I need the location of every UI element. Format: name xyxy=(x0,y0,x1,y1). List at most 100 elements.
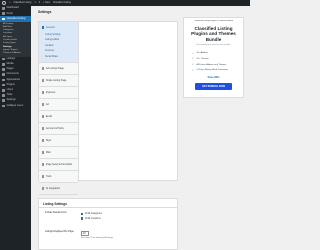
sidebar-item-collapse[interactable]: Collapse menu xyxy=(0,103,31,108)
wrench-icon xyxy=(2,94,5,97)
checkbox-child-locations[interactable]: Child Locations xyxy=(81,216,102,220)
media-icon xyxy=(2,63,5,66)
checkbox[interactable] xyxy=(81,217,84,220)
ad-icon xyxy=(42,103,45,106)
misc-icon xyxy=(42,151,45,154)
main-content: Settings General Listing Settings Listin… xyxy=(31,6,250,250)
admin-sidebar: Dashboard Posts Classified Listing All L… xyxy=(0,6,31,250)
app-root: ⌂ Classified Listing 1 0 + New Classifie… xyxy=(0,0,250,250)
sidebar-item-label: Posts xyxy=(6,11,13,15)
comment-icon xyxy=(2,73,5,76)
tab-label: General xyxy=(45,26,55,29)
section-title: Listing Settings xyxy=(39,199,177,208)
payment-icon xyxy=(42,91,45,94)
bundle-promo-card: Classified Listing Plugin & Themes Bundl… xyxy=(183,17,244,98)
tab-ad[interactable]: Ad xyxy=(39,99,78,112)
listing-settings-section: Listing Settings Include Results From Ch… xyxy=(38,198,178,250)
subtab-social-share[interactable]: Social Share xyxy=(39,55,78,60)
sidebar-item-label: Users xyxy=(6,88,14,91)
wordpress-logo-icon[interactable] xyxy=(2,1,6,5)
settings-panel: General Listing Settings Listing Labels … xyxy=(38,21,178,196)
email-icon xyxy=(42,115,45,118)
tab-label: Payment xyxy=(45,91,56,95)
tab-page-setup-permalink[interactable]: Page Setup & Permalink xyxy=(39,159,78,172)
sidebar-submenu: All Listings Add New Categories Location… xyxy=(0,21,31,57)
tab-label: Page Setup & Permalink xyxy=(45,163,72,167)
sidebar-item-label: Listings xyxy=(6,56,16,60)
tab-payment[interactable]: Payment xyxy=(39,87,78,100)
sidebar-item-label: Comments xyxy=(6,72,19,76)
tab-label: Style xyxy=(45,139,52,143)
per-page-label: Listings Displayed Per Page xyxy=(45,231,74,233)
tab-label: Single Listing Page xyxy=(45,79,67,83)
check-icon: ✓ xyxy=(192,51,195,55)
page-title: Settings xyxy=(38,10,52,14)
tab-ad-listings-page[interactable]: Ad Listings Page xyxy=(39,63,78,76)
promo-feature: ✓ 14 Days Money Back Guarantee xyxy=(192,67,243,73)
settings-icon xyxy=(2,99,5,102)
promo-feature-text: 10+ Themes xyxy=(196,57,209,60)
user-icon xyxy=(2,88,5,92)
sidebar-item-label: Plugins xyxy=(6,82,15,86)
per-page-control: 10 Set value '0' for showing all listing… xyxy=(81,231,113,239)
lock-icon xyxy=(42,127,45,130)
sidebar-item-label: Appearance xyxy=(6,77,21,81)
sidebar-item-label: Settings xyxy=(6,98,16,102)
check-icon: ✓ xyxy=(192,68,195,72)
sidebar-item-label: Media xyxy=(6,62,14,66)
promo-subtitle: Everything you need in one bundle xyxy=(196,44,231,47)
promo-image-alt: Classified Listing Plugin & Themes Bundl… xyxy=(193,19,233,22)
sidebar-item-label: Dashboard xyxy=(6,6,19,10)
tab-single-listing-page[interactable]: Single Listing Page xyxy=(39,75,78,88)
per-page-input[interactable]: 10 xyxy=(81,231,89,236)
promo-feature-text: 20+ Addons xyxy=(196,52,209,55)
page-icon xyxy=(42,67,45,70)
tab-tools[interactable]: Tools xyxy=(39,171,78,184)
check-icon: ✓ xyxy=(192,57,195,61)
tab-style[interactable]: Style xyxy=(39,135,78,148)
style-icon xyxy=(42,139,45,142)
promo-feature-text: All Future Addons and Themes xyxy=(196,63,227,66)
tab-misc[interactable]: Misc xyxy=(39,147,78,160)
general-subtabs: Listing Settings Listing Labels Location… xyxy=(39,33,78,63)
dashboard-icon xyxy=(2,7,5,10)
tab-general[interactable]: General xyxy=(39,22,78,33)
promo-save-text: Save 80% xyxy=(207,76,220,80)
tab-label: AI Integration xyxy=(45,187,61,191)
promo-title: Classified Listing Plugins and Themes Bu… xyxy=(191,25,236,43)
listings-icon xyxy=(2,57,5,61)
tab-ai-integration[interactable]: AI Integration xyxy=(39,183,78,196)
get-bundle-button[interactable]: GET BUNDLE NOW xyxy=(195,83,232,91)
plugin-icon xyxy=(2,83,5,87)
check-icon: ✓ xyxy=(192,63,195,67)
promo-feature-text: 14 Days Money Back Guarantee xyxy=(196,69,229,72)
ai-icon xyxy=(42,187,45,190)
sidebar-item-label: Classified Listing xyxy=(6,16,26,20)
link-icon xyxy=(42,163,45,166)
sidebar-item-label: Collapse menu xyxy=(6,103,24,107)
checkbox[interactable] xyxy=(81,213,84,216)
settings-icon xyxy=(42,26,45,29)
tab-email[interactable]: Email xyxy=(39,111,78,124)
checkbox-label: Child Categories xyxy=(84,213,102,216)
include-results-label: Include Results From xyxy=(45,212,67,214)
tab-label: Ad Listings Page xyxy=(45,67,64,71)
tab-label: Account & Policy xyxy=(45,127,64,131)
tab-label: Email xyxy=(45,115,52,119)
tab-label: Misc xyxy=(45,151,51,155)
promo-feature-list: ✓ 20+ Addons ✓ 10+ Themes ✓ All Future Addo… xyxy=(192,50,243,73)
settings-tabs: General Listing Settings Listing Labels … xyxy=(39,22,79,196)
include-results-options: Child Categories Child Locations xyxy=(81,212,102,221)
per-page-row: Listings Displayed Per Page 10 Set value… xyxy=(45,231,113,239)
tab-group-general: General Listing Settings Listing Labels … xyxy=(39,22,78,64)
collapse-icon xyxy=(2,104,5,108)
checkbox-label: Child Locations xyxy=(84,217,101,220)
tab-account-policy[interactable]: Account & Policy xyxy=(39,123,78,136)
pin-icon xyxy=(2,12,5,16)
per-page-description: Set value '0' for showing all listings xyxy=(81,237,113,239)
submenu-themes-addons[interactable]: Themes & Addons xyxy=(0,52,31,55)
page-icon xyxy=(2,68,5,71)
include-results-row: Include Results From Child Categories Ch… xyxy=(45,212,102,221)
brush-icon xyxy=(2,78,5,82)
tab-label: Ad xyxy=(45,103,49,107)
